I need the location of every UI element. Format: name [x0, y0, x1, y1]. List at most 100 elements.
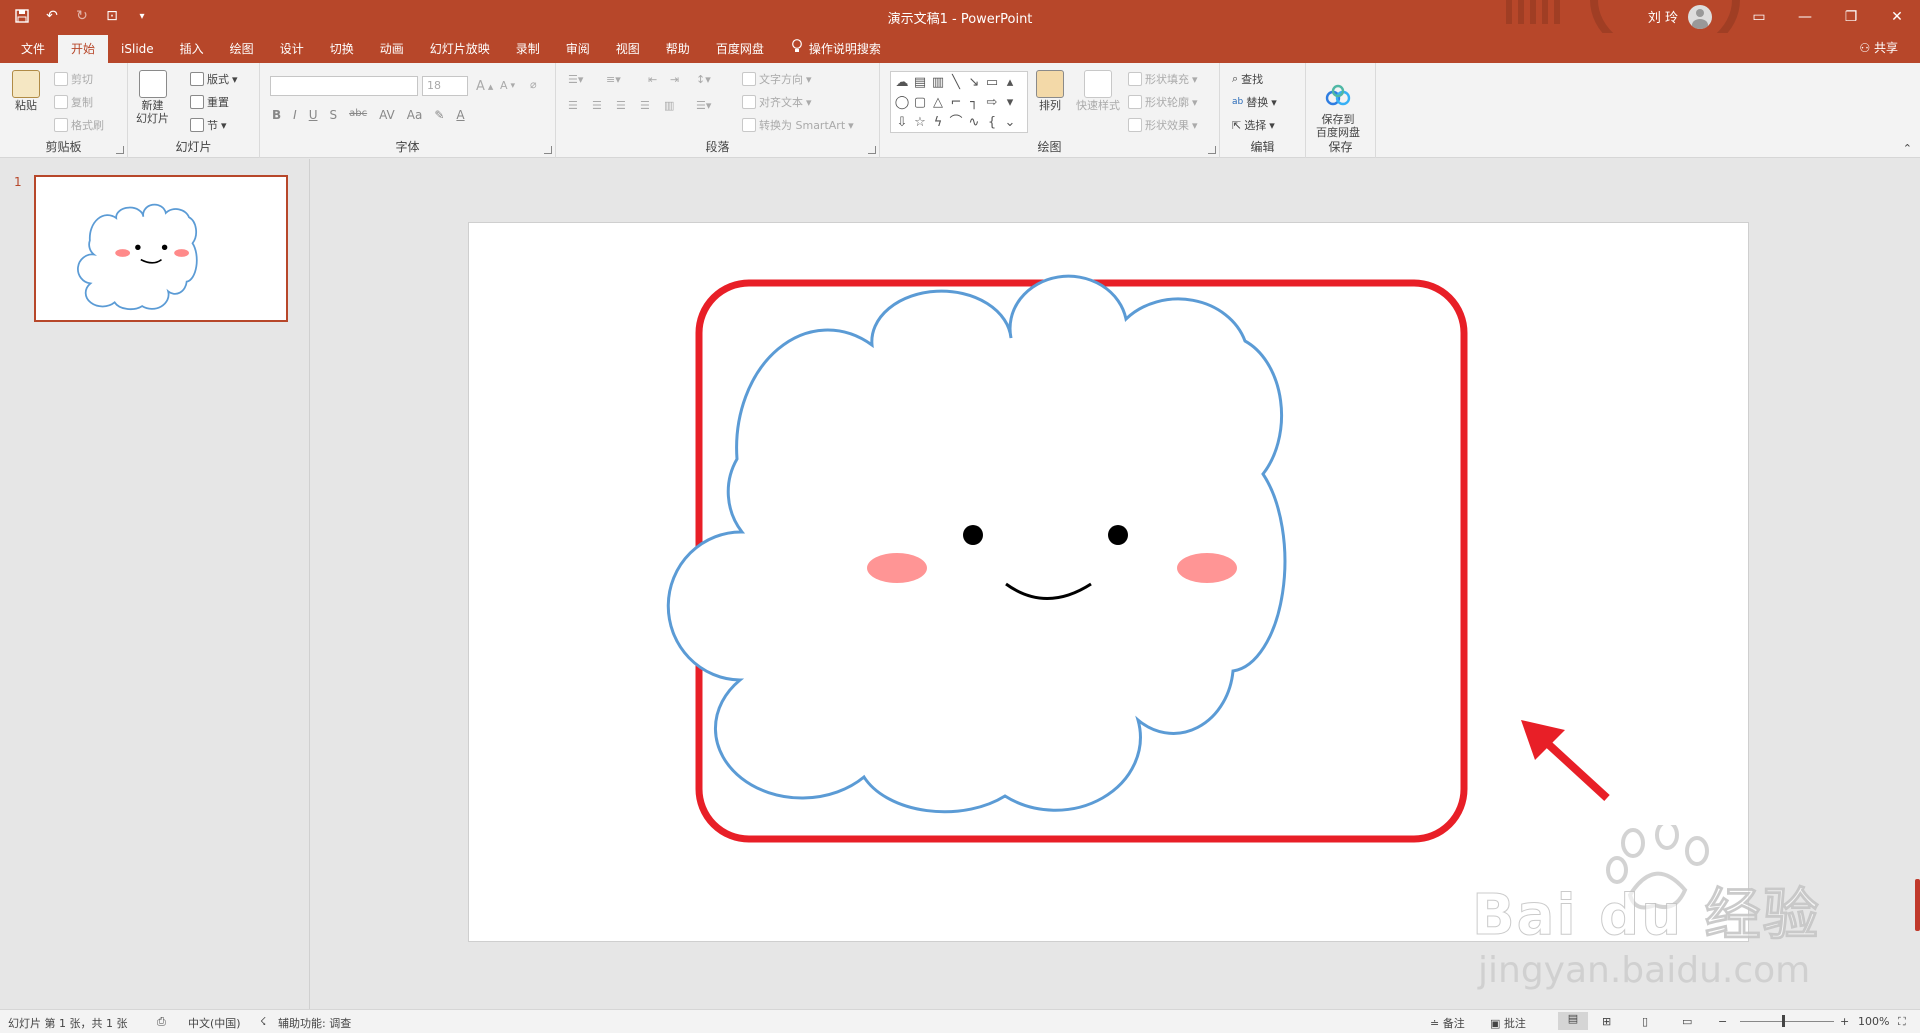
- shape-vertical-textbox-icon[interactable]: ▥: [929, 73, 947, 93]
- align-left-icon[interactable]: ☰: [568, 99, 578, 112]
- increase-indent-icon[interactable]: ⇥: [670, 73, 679, 86]
- align-right-icon[interactable]: ☰: [616, 99, 626, 112]
- collapse-ribbon-icon[interactable]: ⌃: [1903, 142, 1912, 155]
- tab-slide-show[interactable]: 幻灯片放映: [417, 35, 503, 63]
- minimize-icon[interactable]: —: [1782, 0, 1828, 33]
- decrease-indent-icon[interactable]: ⇤: [648, 73, 657, 86]
- font-launcher-icon[interactable]: [544, 146, 552, 154]
- cut-button[interactable]: 剪切: [54, 71, 93, 87]
- shapes-gallery[interactable]: ☁ ▤ ▥ ╲ ↘ ▭ ▴ ◯ ▢ △ ⌐ ┐ ⇨ ▾ ⇩ ☆ ϟ ⌒ ∿{⌄: [890, 71, 1028, 133]
- bullets-icon[interactable]: ☰▾: [568, 73, 583, 86]
- quick-styles-button[interactable]: 快速样式: [1076, 70, 1120, 112]
- shape-rounded-rect-icon[interactable]: ▢: [911, 93, 929, 113]
- strikethrough-button[interactable]: abc: [349, 108, 367, 122]
- zoom-out-icon[interactable]: −: [1718, 1015, 1727, 1028]
- gallery-up-icon[interactable]: ▴: [1001, 73, 1019, 93]
- language-status[interactable]: 中文(中国): [188, 1015, 241, 1031]
- spell-check-icon[interactable]: ⎙: [157, 1015, 166, 1029]
- bold-button[interactable]: B: [272, 108, 281, 122]
- gallery-more-icon[interactable]: ⌄: [1001, 113, 1019, 133]
- tab-view[interactable]: 视图: [603, 35, 653, 63]
- shape-triangle-icon[interactable]: △: [929, 93, 947, 113]
- copy-button[interactable]: 复制: [54, 94, 93, 110]
- tab-record[interactable]: 录制: [503, 35, 553, 63]
- avatar[interactable]: [1688, 4, 1712, 29]
- shape-brace-icon[interactable]: {: [983, 113, 1001, 133]
- italic-button[interactable]: I: [293, 108, 297, 122]
- replace-button[interactable]: ab 替换 ▾: [1232, 94, 1277, 110]
- tab-transitions[interactable]: 切换: [317, 35, 367, 63]
- tab-file[interactable]: 文件: [8, 35, 58, 63]
- slide-sorter-icon[interactable]: ⊞: [1602, 1015, 1611, 1028]
- tab-draw[interactable]: 绘图: [217, 35, 267, 63]
- shape-outline-button[interactable]: 形状轮廓 ▾: [1128, 94, 1198, 110]
- paragraph-spacing-icon[interactable]: ☰▾: [696, 99, 711, 112]
- shape-line-icon[interactable]: ╲: [947, 73, 965, 93]
- slide-thumbnail[interactable]: [34, 175, 288, 322]
- tab-animations[interactable]: 动画: [367, 35, 417, 63]
- format-painter-button[interactable]: 格式刷: [54, 117, 104, 133]
- line-spacing-icon[interactable]: ↕▾: [696, 73, 711, 86]
- shape-fill-button[interactable]: 形状填充 ▾: [1128, 71, 1198, 87]
- zoom-in-icon[interactable]: +: [1840, 1015, 1849, 1028]
- shape-textbox-icon[interactable]: ▤: [911, 73, 929, 93]
- underline-button[interactable]: U: [309, 108, 318, 122]
- restore-icon[interactable]: ❐: [1828, 0, 1874, 33]
- notes-button[interactable]: ≐ 备注: [1430, 1015, 1465, 1031]
- columns-icon[interactable]: ▥: [664, 99, 674, 112]
- ribbon-display-options-icon[interactable]: ▭: [1736, 0, 1782, 33]
- close-icon[interactable]: ✕: [1874, 0, 1920, 33]
- paragraph-launcher-icon[interactable]: [868, 146, 876, 154]
- tab-baidu-netdisk[interactable]: 百度网盘: [703, 35, 777, 63]
- grow-font-button[interactable]: A ▴: [476, 79, 493, 94]
- paste-button[interactable]: 粘贴: [12, 70, 40, 112]
- tab-review[interactable]: 审阅: [553, 35, 603, 63]
- reading-view-icon[interactable]: ▯: [1642, 1015, 1648, 1028]
- cloud-shape[interactable]: [666, 274, 1287, 814]
- tab-design[interactable]: 设计: [267, 35, 317, 63]
- shape-rectangle-icon[interactable]: ▭: [983, 73, 1001, 93]
- vertical-scrollbar-marker[interactable]: [1915, 879, 1920, 931]
- justify-icon[interactable]: ☰: [640, 99, 650, 112]
- reset-button[interactable]: 重置: [190, 94, 229, 110]
- layout-button[interactable]: 版式 ▾: [190, 71, 238, 87]
- tab-insert[interactable]: 插入: [167, 35, 217, 63]
- arrange-button[interactable]: 排列: [1036, 70, 1064, 112]
- shape-curve-icon[interactable]: ∿: [965, 113, 983, 133]
- save-to-baidu-button[interactable]: 保存到 百度网盘: [1316, 70, 1360, 139]
- tab-help[interactable]: 帮助: [653, 35, 703, 63]
- shape-down-arrow-icon[interactable]: ⇩: [893, 113, 911, 133]
- change-case-button[interactable]: Aa: [407, 108, 423, 122]
- gallery-down-icon[interactable]: ▾: [1001, 93, 1019, 113]
- slideshow-view-icon[interactable]: ▭: [1682, 1015, 1692, 1028]
- new-slide-button[interactable]: 新建 幻灯片: [136, 70, 169, 125]
- clear-formatting-icon[interactable]: ⌀: [530, 78, 537, 91]
- align-center-icon[interactable]: ☰: [592, 99, 602, 112]
- tab-home[interactable]: 开始: [58, 35, 109, 63]
- shadow-button[interactable]: S: [330, 108, 338, 122]
- slide-canvas[interactable]: [468, 222, 1749, 942]
- drawing-launcher-icon[interactable]: [1208, 146, 1216, 154]
- normal-view-icon[interactable]: ▤: [1558, 1012, 1588, 1030]
- share-button[interactable]: ⚇ 共享: [1859, 39, 1898, 56]
- shape-effects-button[interactable]: 形状效果 ▾: [1128, 117, 1198, 133]
- numbering-icon[interactable]: ≡▾: [606, 73, 621, 86]
- accessibility-status[interactable]: 辅助功能: 调查: [278, 1015, 351, 1031]
- shape-oval-icon[interactable]: ◯: [893, 93, 911, 113]
- font-color-button[interactable]: A: [456, 108, 464, 122]
- align-text-button[interactable]: 对齐文本 ▾: [742, 94, 812, 110]
- shape-arc-icon[interactable]: ⌒: [947, 113, 965, 133]
- comments-button[interactable]: ▣ 批注: [1490, 1015, 1526, 1031]
- shape-star-icon[interactable]: ☆: [911, 113, 929, 133]
- shape-connector-icon[interactable]: ⌐: [947, 93, 965, 113]
- find-button[interactable]: ⌕ 查找: [1232, 71, 1263, 87]
- tab-islide[interactable]: iSlide: [108, 35, 167, 63]
- clipboard-launcher-icon[interactable]: [116, 146, 124, 154]
- text-direction-button[interactable]: 文字方向 ▾: [742, 71, 812, 87]
- zoom-slider[interactable]: [1740, 1021, 1834, 1022]
- shape-lightning-icon[interactable]: ϟ: [929, 113, 947, 133]
- zoom-slider-thumb[interactable]: [1782, 1015, 1785, 1027]
- convert-smartart-button[interactable]: 转换为 SmartArt ▾: [742, 117, 854, 133]
- select-button[interactable]: ⇱ 选择 ▾: [1232, 117, 1275, 133]
- character-spacing-button[interactable]: AV: [379, 108, 395, 122]
